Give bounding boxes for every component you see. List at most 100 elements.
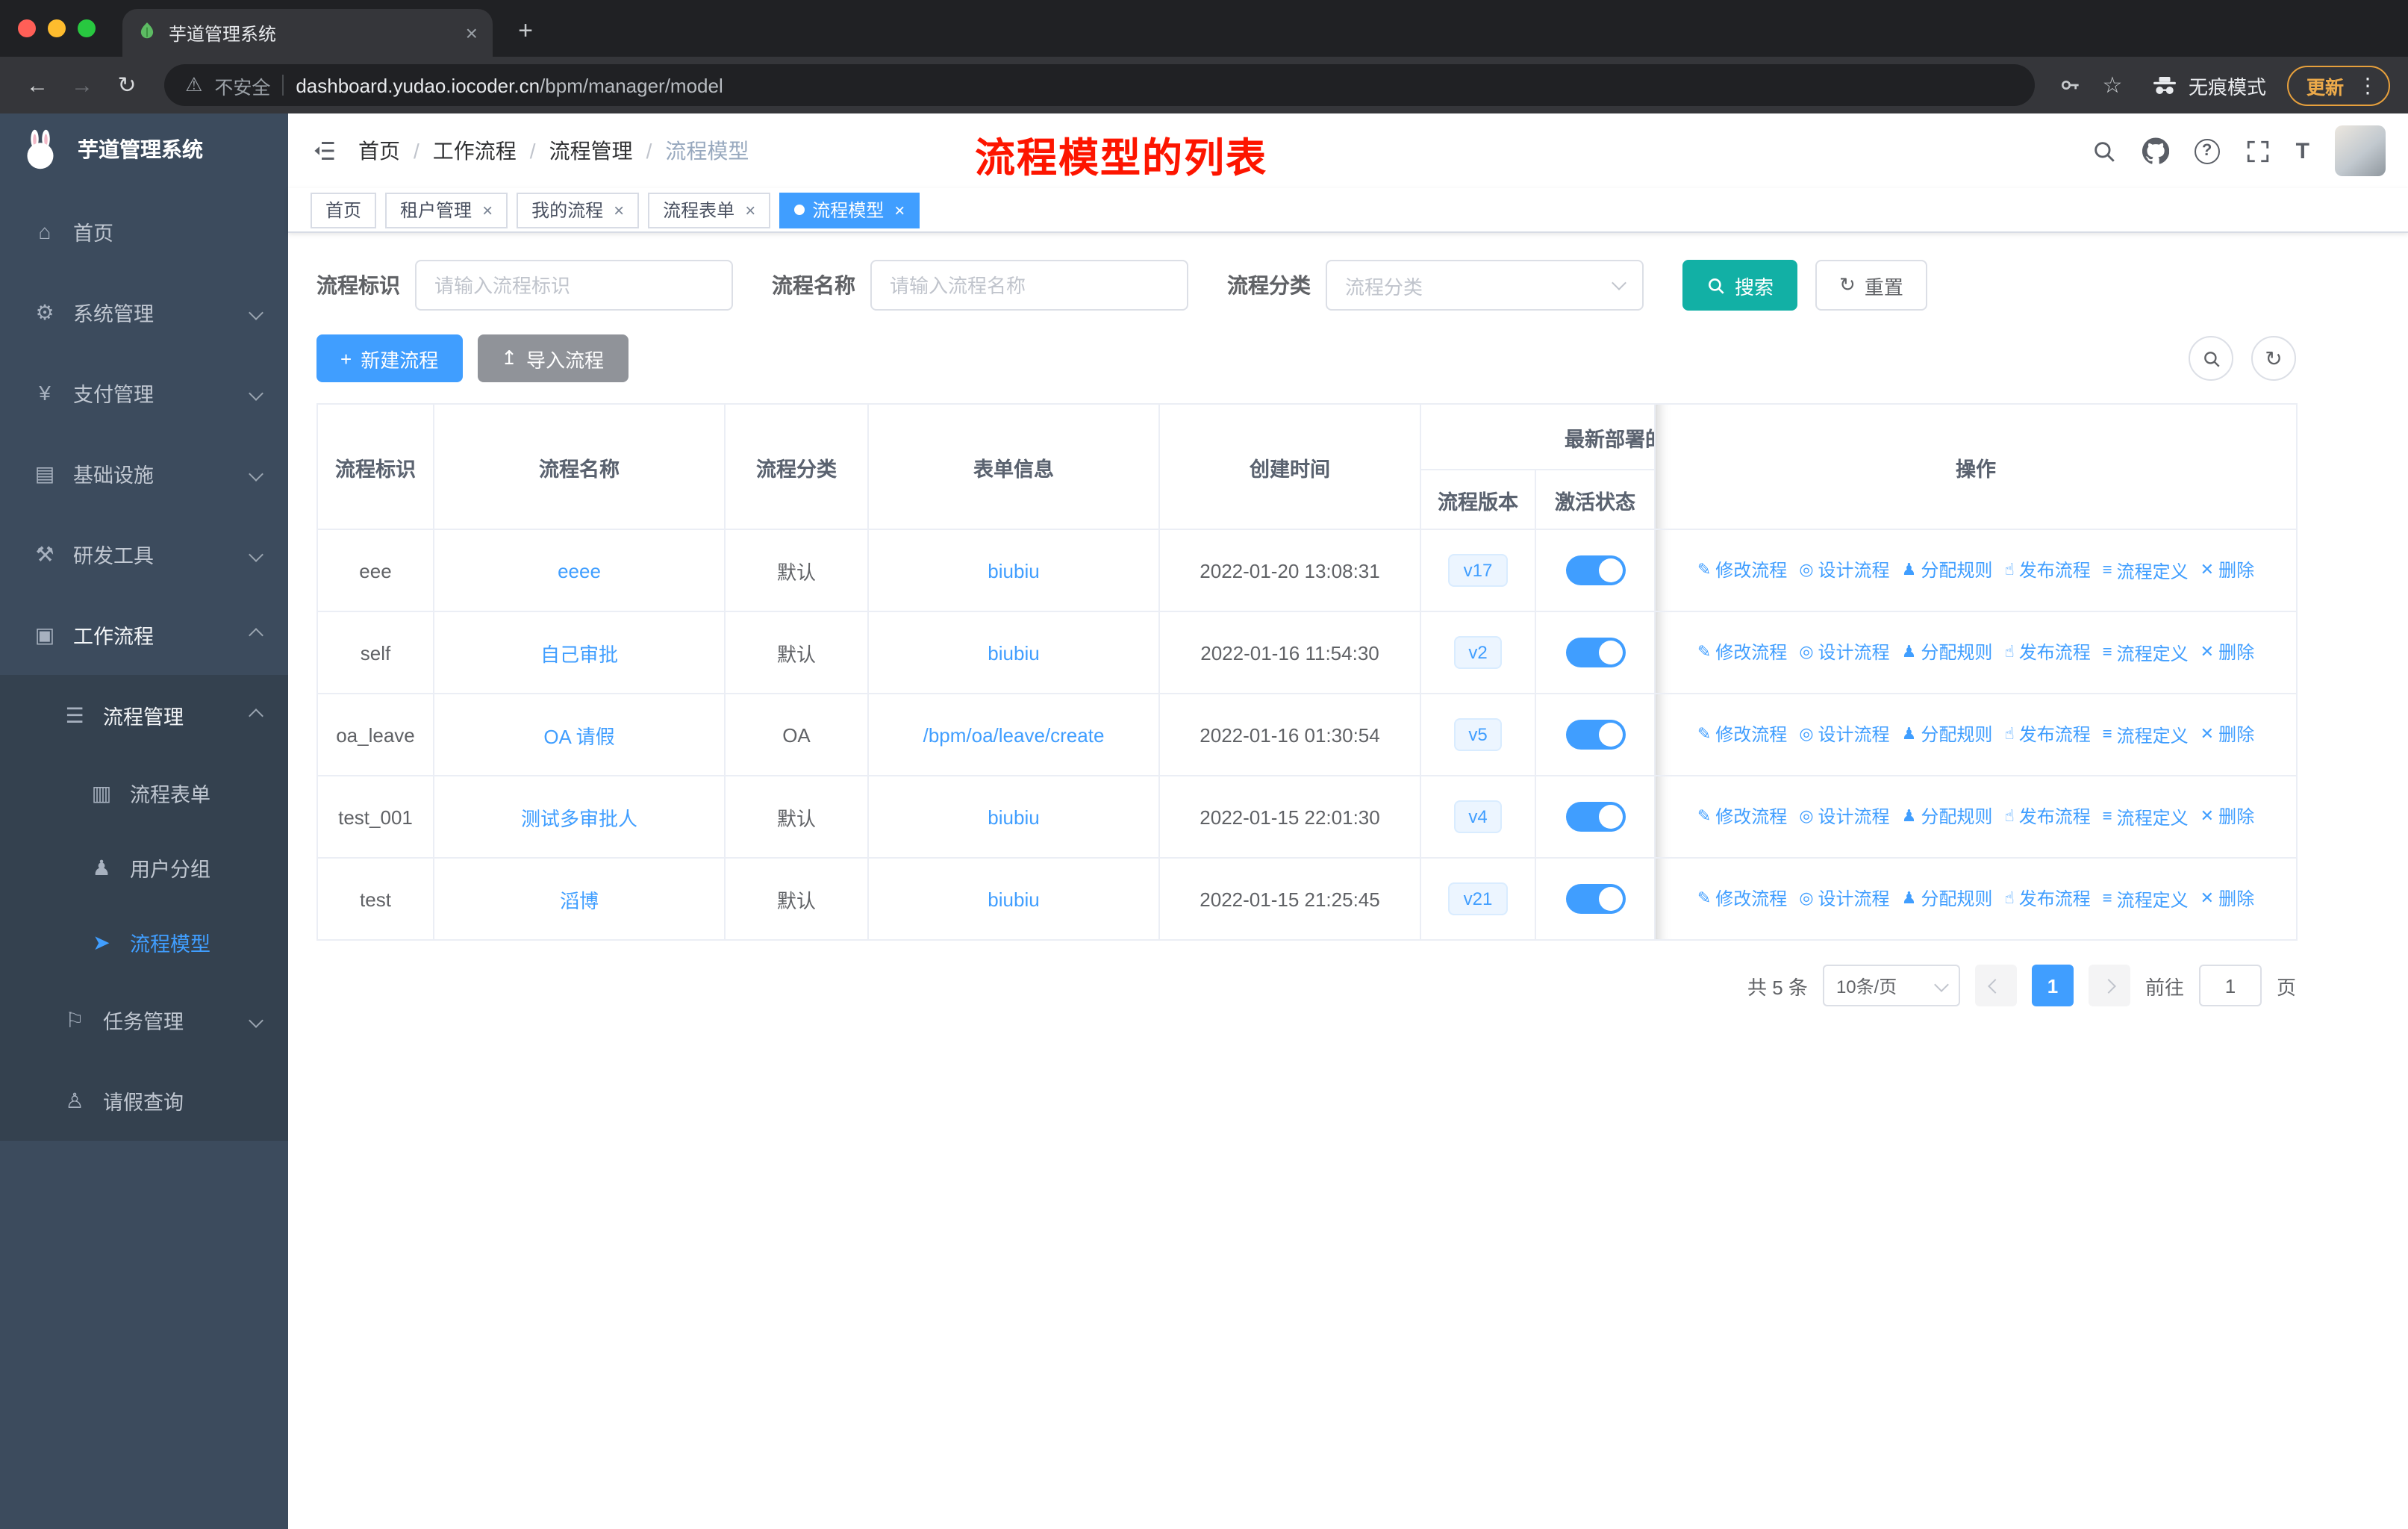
action-delete-link[interactable]: ✕ 删除 — [2200, 640, 2254, 665]
sidebar-item-leave-query[interactable]: ♙ 请假查询 — [0, 1060, 288, 1141]
new-tab-button[interactable]: + — [505, 10, 546, 52]
menu-dots-icon[interactable]: ⋮ — [2357, 72, 2378, 98]
font-size-icon[interactable]: T — [2296, 138, 2309, 164]
process-id-input[interactable] — [415, 260, 733, 311]
action-delete-link[interactable]: ✕ 删除 — [2200, 558, 2254, 583]
active-toggle[interactable] — [1565, 884, 1625, 914]
prev-page-button[interactable] — [1974, 965, 2017, 1006]
sidebar-item-payment[interactable]: ¥ 支付管理 — [0, 352, 288, 433]
sidebar-item-infrastructure[interactable]: ▤ 基础设施 — [0, 433, 288, 514]
reload-button[interactable]: ↻ — [107, 66, 146, 105]
action-design-link[interactable]: ◎ 设计流程 — [1799, 886, 1889, 912]
import-process-button[interactable]: ↥ 导入流程 — [477, 334, 628, 382]
bookmark-star-icon[interactable]: ☆ — [2094, 72, 2130, 99]
page-size-select[interactable]: 10条/页 — [1822, 965, 1960, 1006]
breadcrumb-item[interactable]: 流程管理 — [549, 136, 633, 166]
action-publish-link[interactable]: ☝ 发布流程 — [2004, 558, 2090, 583]
avatar[interactable] — [2335, 125, 2386, 176]
github-icon[interactable] — [2142, 137, 2169, 164]
action-publish-link[interactable]: ☝ 发布流程 — [2004, 804, 2090, 829]
window-zoom-button[interactable] — [78, 19, 96, 37]
sidebar-item-workflow[interactable]: ▣ 工作流程 — [0, 594, 288, 675]
security-label[interactable]: 不安全 — [214, 71, 270, 99]
help-icon[interactable]: ? — [2194, 138, 2220, 164]
active-toggle[interactable] — [1565, 802, 1625, 832]
action-edit-link[interactable]: ✎ 修改流程 — [1697, 722, 1787, 747]
forward-button[interactable]: → — [63, 66, 102, 105]
close-icon[interactable]: × — [614, 199, 624, 220]
action-delete-link[interactable]: ✕ 删除 — [2200, 804, 2254, 829]
goto-page-input[interactable] — [2198, 965, 2262, 1006]
window-close-button[interactable] — [18, 19, 36, 37]
sidebar-item-process-form[interactable]: ▥ 流程表单 — [0, 756, 288, 830]
window-minimize-button[interactable] — [48, 19, 66, 37]
process-name-input[interactable] — [870, 260, 1188, 311]
view-tag-process-form[interactable]: 流程表单 × — [648, 192, 771, 228]
form-link[interactable]: biubiu — [988, 806, 1039, 828]
next-page-button[interactable] — [2088, 965, 2130, 1006]
process-name-link[interactable]: eeee — [558, 559, 601, 582]
sidebar-item-devtools[interactable]: ⚒ 研发工具 — [0, 514, 288, 594]
create-process-button[interactable]: + 新建流程 — [316, 334, 463, 382]
action-edit-link[interactable]: ✎ 修改流程 — [1697, 804, 1787, 829]
action-design-link[interactable]: ◎ 设计流程 — [1799, 722, 1889, 747]
view-tag-tenant[interactable]: 租户管理 × — [385, 192, 508, 228]
action-assign-rule-link[interactable]: ♟ 分配规则 — [1902, 804, 1993, 829]
process-name-link[interactable]: 自己审批 — [540, 643, 618, 665]
action-definition-link[interactable]: ≡ 流程定义 — [2103, 558, 2189, 584]
password-key-icon[interactable] — [2053, 73, 2089, 97]
action-publish-link[interactable]: ☝ 发布流程 — [2004, 722, 2090, 747]
action-design-link[interactable]: ◎ 设计流程 — [1799, 558, 1889, 583]
search-button[interactable]: 搜索 — [1682, 260, 1798, 311]
close-icon[interactable]: × — [745, 199, 755, 220]
tab-close-icon[interactable]: × — [466, 21, 478, 45]
active-toggle[interactable] — [1565, 720, 1625, 750]
form-link[interactable]: /bpm/oa/leave/create — [923, 723, 1105, 746]
back-button[interactable]: ← — [18, 66, 57, 105]
action-definition-link[interactable]: ≡ 流程定义 — [2103, 641, 2189, 666]
page-1-button[interactable]: 1 — [2031, 965, 2074, 1006]
action-design-link[interactable]: ◎ 设计流程 — [1799, 804, 1889, 829]
browser-tab[interactable]: 芋道管理系统 × — [122, 9, 493, 57]
sidebar-item-user-group[interactable]: ♟ 用户分组 — [0, 830, 288, 905]
action-assign-rule-link[interactable]: ♟ 分配规则 — [1902, 640, 1993, 665]
address-bar[interactable]: ⚠ 不安全 dashboard.yudao.iocoder.cn/bpm/man… — [164, 64, 2035, 106]
view-tag-home[interactable]: 首页 — [311, 192, 377, 228]
form-link[interactable]: biubiu — [988, 888, 1039, 910]
process-name-link[interactable]: 滔博 — [560, 889, 599, 912]
breadcrumb-item[interactable]: 首页 — [358, 136, 400, 166]
refresh-table-button[interactable]: ↻ — [2251, 336, 2296, 381]
action-definition-link[interactable]: ≡ 流程定义 — [2103, 723, 2189, 748]
action-delete-link[interactable]: ✕ 删除 — [2200, 722, 2254, 747]
sidebar-item-process-model[interactable]: ➤ 流程模型 — [0, 905, 288, 980]
view-tag-my-process[interactable]: 我的流程 × — [517, 192, 640, 228]
action-publish-link[interactable]: ☝ 发布流程 — [2004, 886, 2090, 912]
action-definition-link[interactable]: ≡ 流程定义 — [2103, 805, 2189, 830]
category-select[interactable]: 流程分类 — [1326, 260, 1644, 311]
sidebar-item-home[interactable]: ⌂ 首页 — [0, 191, 288, 272]
sidebar-item-system[interactable]: ⚙ 系统管理 — [0, 272, 288, 352]
close-icon[interactable]: × — [894, 199, 905, 220]
close-icon[interactable]: × — [482, 199, 493, 220]
action-definition-link[interactable]: ≡ 流程定义 — [2103, 887, 2189, 912]
sidebar-item-task-management[interactable]: ⚐ 任务管理 — [0, 980, 288, 1060]
form-link[interactable]: biubiu — [988, 559, 1039, 582]
sidebar-fold-icon[interactable] — [311, 137, 337, 164]
process-name-link[interactable]: OA 请假 — [543, 725, 614, 747]
action-edit-link[interactable]: ✎ 修改流程 — [1697, 640, 1787, 665]
action-assign-rule-link[interactable]: ♟ 分配规则 — [1902, 558, 1993, 583]
toggle-search-button[interactable] — [2189, 336, 2233, 381]
sidebar-item-process-management[interactable]: ☰ 流程管理 — [0, 675, 288, 756]
active-toggle[interactable] — [1565, 638, 1625, 667]
action-design-link[interactable]: ◎ 设计流程 — [1799, 640, 1889, 665]
action-assign-rule-link[interactable]: ♟ 分配规则 — [1902, 722, 1993, 747]
view-tag-process-model[interactable]: 流程模型 × — [779, 192, 920, 228]
form-link[interactable]: biubiu — [988, 641, 1039, 664]
breadcrumb-item[interactable]: 工作流程 — [433, 136, 517, 166]
fullscreen-icon[interactable] — [2245, 138, 2271, 164]
action-edit-link[interactable]: ✎ 修改流程 — [1697, 886, 1787, 912]
action-edit-link[interactable]: ✎ 修改流程 — [1697, 558, 1787, 583]
action-assign-rule-link[interactable]: ♟ 分配规则 — [1902, 886, 1993, 912]
process-name-link[interactable]: 测试多审批人 — [521, 807, 637, 829]
active-toggle[interactable] — [1565, 555, 1625, 585]
